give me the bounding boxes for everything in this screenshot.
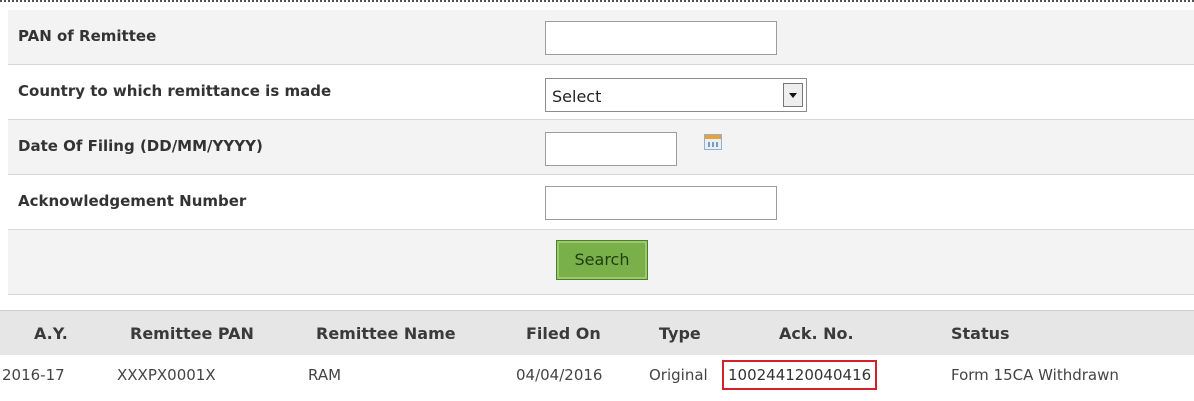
pan-input[interactable] [545, 21, 777, 55]
cell-pan: XXXPX0001X [117, 366, 216, 384]
cell-ack-no: 100244120040416 [722, 355, 938, 395]
ack-no-highlight[interactable]: 100244120040416 [722, 360, 878, 390]
search-button[interactable]: Search [556, 240, 648, 280]
country-selected-value: Select [552, 87, 602, 106]
country-label: Country to which remittance is made [18, 82, 332, 100]
header-pan: Remittee PAN [113, 310, 306, 355]
cell-status: Form 15CA Withdrawn [951, 366, 1119, 384]
header-type: Type [647, 310, 722, 355]
results-table: A.Y. Remittee PAN Remittee Name Filed On… [0, 310, 1194, 395]
ack-row: Acknowledgement Number [8, 175, 1194, 230]
pan-control [545, 21, 777, 55]
header-name: Remittee Name [306, 310, 516, 355]
table-row: 2016-17 XXXPX0001X RAM 04/04/2016 Origin… [0, 355, 1194, 395]
ack-input[interactable] [545, 186, 777, 220]
pan-label: PAN of Remittee [18, 27, 157, 45]
country-control: Select [545, 78, 807, 112]
top-dotted-border [0, 0, 1194, 2]
date-label: Date Of Filing (DD/MM/YYYY) [18, 137, 263, 155]
cell-filed-on: 04/04/2016 [516, 366, 603, 384]
chevron-down-icon[interactable] [783, 83, 803, 107]
header-ack-no: Ack. No. [722, 310, 938, 355]
cell-type: Original [649, 366, 708, 384]
search-form: PAN of Remittee Country to which remitta… [8, 10, 1194, 295]
date-row: Date Of Filing (DD/MM/YYYY) [8, 120, 1194, 175]
pan-row: PAN of Remittee [8, 10, 1194, 65]
cell-name: RAM [308, 366, 342, 384]
date-input[interactable] [545, 132, 677, 166]
header-filed-on: Filed On [516, 310, 647, 355]
ack-label: Acknowledgement Number [18, 192, 247, 210]
country-row: Country to which remittance is made Sele… [8, 65, 1194, 120]
header-status: Status [938, 310, 1194, 355]
search-row: Search [8, 230, 1194, 295]
table-header-row: A.Y. Remittee PAN Remittee Name Filed On… [0, 310, 1194, 355]
header-ay: A.Y. [0, 310, 113, 355]
country-select[interactable]: Select [545, 78, 807, 112]
calendar-icon[interactable] [704, 134, 722, 150]
date-control [545, 132, 677, 166]
ack-control [545, 186, 777, 220]
cell-ay: 2016-17 [2, 366, 65, 384]
